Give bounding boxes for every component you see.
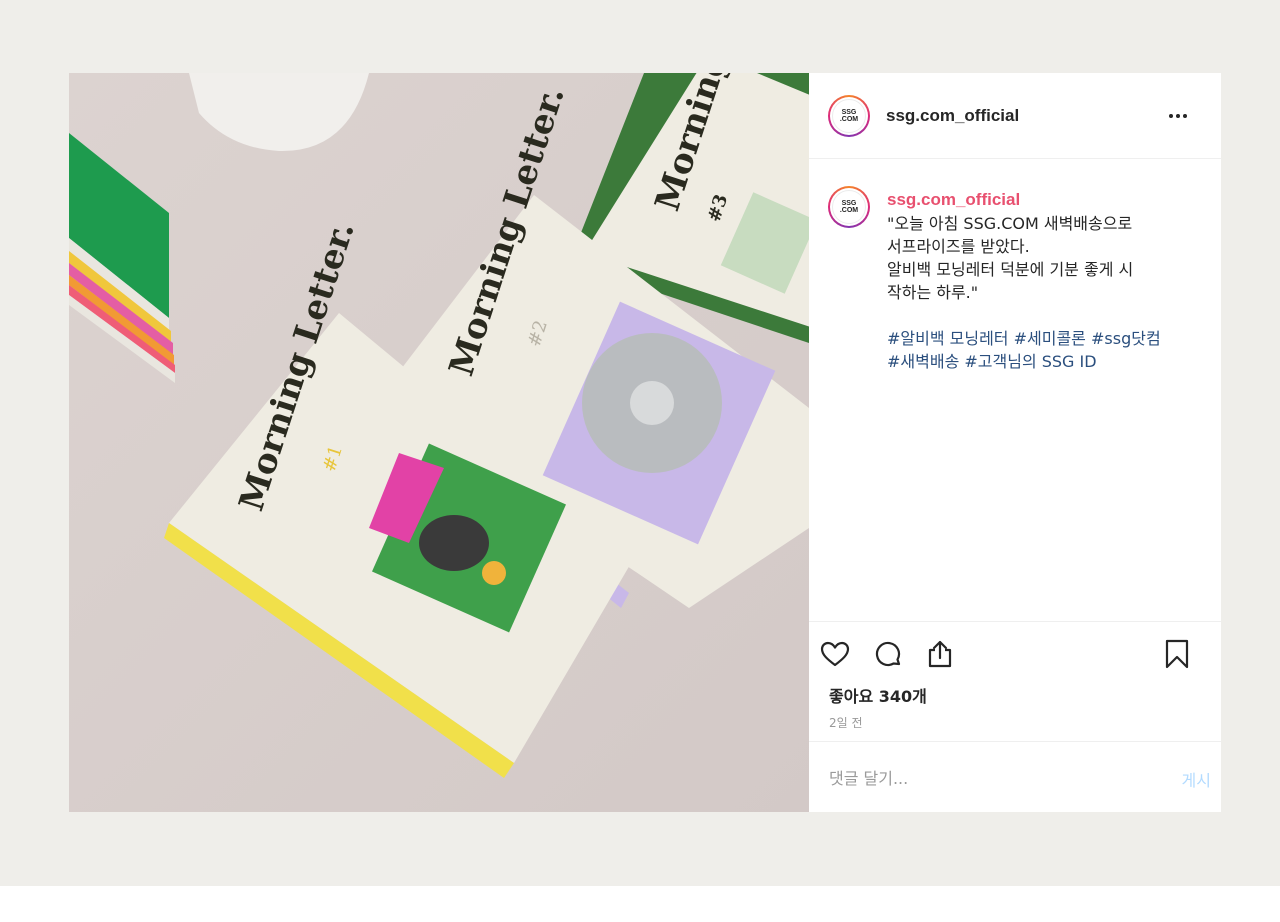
post-caption: ssg.com_official "오늘 아침 SSG.COM 새벽배송으로 서… <box>887 190 1187 373</box>
post-header: SSG .COM ssg.com_official <box>809 73 1221 159</box>
hashtags: #알비백 모닝레터 #세미콜론 #ssg닷컴 #새벽배송 #고객님의 SSG I… <box>887 327 1187 373</box>
avatar-logo: SSG .COM <box>832 99 866 133</box>
page-frame: Morning Letter. #3 Morning Letter. #2 <box>0 0 1280 886</box>
caption-text: "오늘 아침 SSG.COM 새벽배송으로 서프라이즈를 받았다. 알비백 모닝… <box>887 214 1134 302</box>
caption-username[interactable]: ssg.com_official <box>887 190 1187 210</box>
hashtags-line-1[interactable]: #알비백 모닝레터 #세미콜론 #ssg닷컴 <box>887 327 1187 350</box>
post-actions: 좋아요 340개 2일 전 <box>809 621 1221 742</box>
likes-count[interactable]: 좋아요 340개 <box>829 683 927 707</box>
share-icon[interactable] <box>924 638 956 670</box>
caption-avatar[interactable]: SSG .COM <box>828 186 870 228</box>
post-photo[interactable]: Morning Letter. #3 Morning Letter. #2 <box>69 73 809 812</box>
post-comment-button[interactable]: 게시 <box>1182 767 1211 791</box>
more-horizontal-icon[interactable] <box>1166 107 1190 125</box>
post-timestamp: 2일 전 <box>829 716 863 730</box>
comment-icon[interactable] <box>872 638 904 670</box>
heart-icon[interactable] <box>819 638 851 670</box>
avatar-logo: SSG .COM <box>832 190 866 224</box>
comment-bar: 게시 <box>809 743 1221 812</box>
avatar[interactable]: SSG .COM <box>828 95 870 137</box>
header-username[interactable]: ssg.com_official <box>886 106 1019 126</box>
hashtags-line-2[interactable]: #새벽배송 #고객님의 SSG ID <box>887 350 1187 373</box>
post-panel: SSG .COM ssg.com_official SSG .COM ssg.c… <box>809 73 1221 812</box>
bookmark-icon[interactable] <box>1161 638 1193 670</box>
comment-input[interactable] <box>829 763 1129 793</box>
